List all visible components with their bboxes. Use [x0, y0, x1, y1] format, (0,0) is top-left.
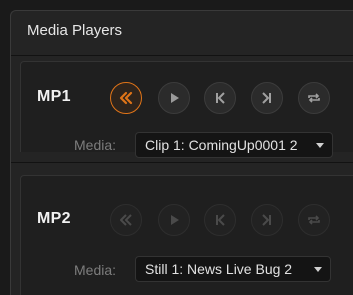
mp2-label: MP2 [37, 210, 71, 227]
rewind-icon [119, 91, 133, 105]
mp2-previous-button[interactable] [204, 204, 236, 236]
mp2-loop-button[interactable] [298, 204, 330, 236]
mp2-media-select[interactable]: Still 1: News Live Bug 2 [135, 256, 331, 282]
header-divider [11, 55, 353, 56]
play-icon [171, 93, 179, 103]
skip-to-end-icon [262, 214, 271, 226]
loop-icon [308, 93, 320, 103]
mp1-media-value: Clip 1: ComingUp0001 2 [145, 137, 298, 153]
mp1-previous-button[interactable] [204, 82, 236, 114]
mp1-loop-button[interactable] [298, 82, 330, 114]
section-divider [11, 162, 353, 163]
mp1-next-button[interactable] [251, 82, 283, 114]
rewind-icon [120, 214, 132, 226]
mp1-label: MP1 [37, 88, 71, 105]
chevron-down-icon [316, 143, 324, 148]
chevron-down-icon [314, 267, 322, 272]
loop-icon [308, 215, 320, 225]
skip-to-end-icon [262, 92, 271, 104]
mp1-media-select[interactable]: Clip 1: ComingUp0001 2 [135, 132, 333, 158]
mp2-next-button[interactable] [251, 204, 283, 236]
play-icon [171, 215, 179, 225]
skip-to-start-icon [216, 214, 225, 226]
skip-to-start-icon [216, 92, 225, 104]
panel-title: Media Players [27, 22, 123, 39]
mp2-play-button[interactable] [158, 204, 190, 236]
mp1-play-button[interactable] [158, 82, 190, 114]
mp1-rewind-button[interactable] [110, 82, 142, 114]
mp2-rewind-button[interactable] [110, 204, 142, 236]
mp2-media-value: Still 1: News Live Bug 2 [145, 261, 293, 277]
mp2-media-label: Media: [74, 262, 117, 278]
mp1-media-label: Media: [74, 137, 117, 153]
